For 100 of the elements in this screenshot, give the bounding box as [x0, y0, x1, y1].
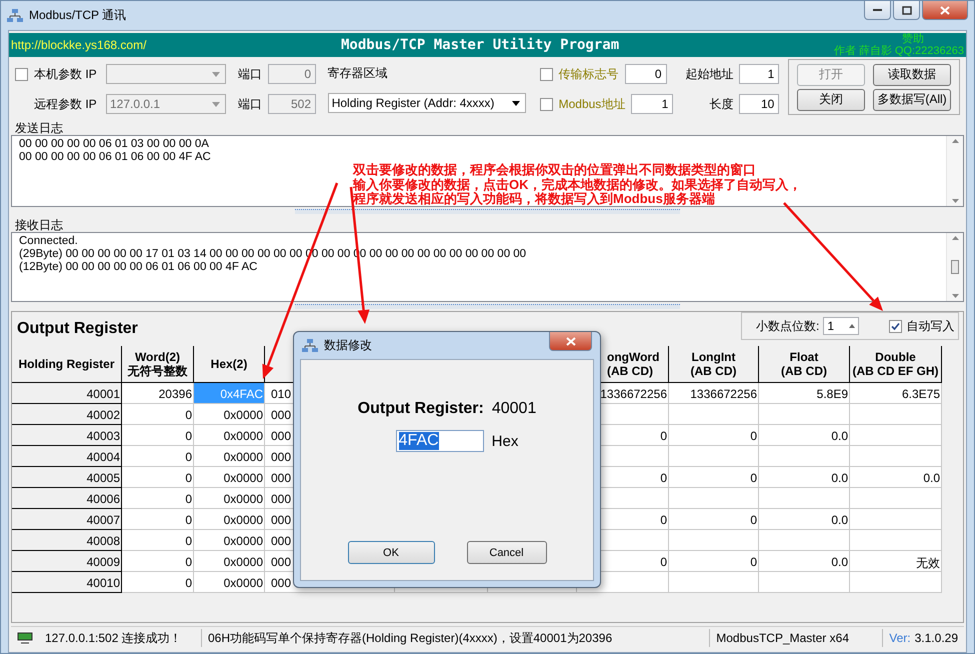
send-log-label: 发送日志	[15, 122, 64, 135]
table-cell[interactable]: 0x0000	[194, 509, 265, 530]
table-cell[interactable]: 20396	[122, 383, 194, 404]
website-link[interactable]: http://blockke.ys168.com/	[11, 38, 341, 52]
splitter-handle[interactable]	[295, 304, 680, 309]
table-cell[interactable]: 0x0000	[194, 551, 265, 572]
table-cell[interactable]: 0	[669, 425, 759, 446]
ip-dropdown[interactable]	[106, 64, 226, 84]
author-text: 作者 薛自影 QQ:22236263	[834, 45, 964, 57]
scroll-thumb[interactable]	[951, 260, 959, 274]
port-field[interactable]: 0	[268, 64, 316, 84]
port-field[interactable]: 502	[268, 94, 316, 114]
table-cell[interactable]: 0	[122, 488, 194, 509]
option-checkbox[interactable]	[540, 68, 553, 80]
table-cell[interactable]: 0	[122, 467, 194, 488]
table-cell[interactable]: 0	[669, 509, 759, 530]
action-button[interactable]: 关闭	[797, 88, 865, 110]
table-cell[interactable]: 0	[122, 446, 194, 467]
close-button[interactable]	[549, 332, 592, 351]
auto-write-label: 自动写入	[906, 318, 954, 334]
dialog-title: 数据修改	[324, 337, 372, 354]
address-field[interactable]: 1	[739, 64, 780, 84]
maximize-button[interactable]	[893, 1, 920, 20]
row-header[interactable]: 40002	[12, 404, 122, 425]
dialog-button[interactable]: OK	[348, 541, 434, 564]
table-cell[interactable]: 0	[122, 551, 194, 572]
table-cell[interactable]: 5.8E9	[759, 383, 850, 404]
network-icon	[7, 8, 23, 22]
option-field[interactable]: 0	[624, 64, 667, 84]
register-area-dropdown[interactable]: Holding Register (Addr: 4xxxx)	[328, 93, 526, 114]
row-header[interactable]: 40009	[12, 551, 122, 572]
connection-icon	[17, 632, 33, 644]
table-cell[interactable]: 0x0000	[194, 572, 265, 593]
app-name: ModbusTCP_Master x64	[710, 629, 884, 647]
window-title: Modbus/TCP 通讯	[29, 7, 126, 24]
table-cell[interactable]: 1336672256	[669, 383, 759, 404]
row-header[interactable]: 40005	[12, 467, 122, 488]
table-cell[interactable]: 0	[122, 530, 194, 551]
table-cell[interactable]: 0.0	[850, 467, 942, 488]
table-cell[interactable]: 0	[122, 404, 194, 425]
table-cell[interactable]: 0x0000	[194, 530, 265, 551]
decimal-spinner[interactable]: 1	[823, 317, 860, 335]
column-header: LongInt (AB CD)	[669, 346, 759, 383]
row-header[interactable]: 40004	[12, 446, 122, 467]
table-cell[interactable]: 0.0	[759, 467, 850, 488]
table-cell[interactable]: 无效	[850, 551, 942, 572]
table-cell[interactable]: 0x0000	[194, 446, 265, 467]
scroll-up-icon[interactable]	[952, 236, 958, 240]
table-cell[interactable]: 0x0000	[194, 425, 265, 446]
table-cell[interactable]: 6.3E75	[850, 383, 942, 404]
option-checkbox[interactable]	[540, 98, 553, 110]
scroll-down-icon[interactable]	[952, 199, 958, 203]
table-cell[interactable]: 0x0000	[194, 404, 265, 425]
table-cell[interactable]: 0	[669, 467, 759, 488]
action-button[interactable]: 读取数据	[873, 64, 951, 86]
row-header[interactable]: 40001	[12, 383, 122, 404]
close-button[interactable]	[922, 1, 968, 20]
receive-log-label: 接收日志	[15, 219, 64, 232]
decimal-label: 小数点位数:	[756, 318, 820, 334]
register-label: Output Register:	[358, 400, 484, 418]
splitter-handle[interactable]	[295, 209, 680, 214]
value-field[interactable]: 4FAC	[396, 430, 484, 452]
maximize-icon	[902, 6, 912, 14]
table-cell[interactable]: 0	[669, 551, 759, 572]
column-header: Float (AB CD)	[759, 346, 850, 383]
status-message: 06H功能码写单个保持寄存器(Holding Register)(4xxxx)，设置40001为20396	[202, 629, 710, 647]
minimize-icon	[873, 8, 882, 12]
scroll-up-icon[interactable]	[952, 139, 958, 143]
scroll-down-icon[interactable]	[952, 294, 958, 298]
dialog-button[interactable]: Cancel	[466, 541, 546, 564]
column-header: Double (AB CD EF GH)	[850, 346, 942, 383]
network-icon	[302, 338, 318, 352]
row-header[interactable]: 40010	[12, 572, 122, 593]
option-label: 传输标志号	[558, 66, 619, 82]
action-button[interactable]: 多数据写(All)	[873, 88, 951, 110]
table-cell[interactable]: 0	[122, 572, 194, 593]
option-field[interactable]: 1	[631, 94, 674, 114]
table-cell[interactable]: 0x0000	[194, 488, 265, 509]
table-cell[interactable]: 0x0000	[194, 467, 265, 488]
row-header[interactable]: 40008	[12, 530, 122, 551]
local-checkbox[interactable]	[15, 68, 28, 80]
option-label: Modbus地址	[558, 96, 626, 112]
status-connection: 127.0.0.1:502 连接成功！	[39, 629, 202, 647]
auto-write-checkbox[interactable]	[889, 320, 902, 332]
row-header[interactable]: 40007	[12, 509, 122, 530]
caret-icon	[512, 100, 520, 106]
table-cell[interactable]: 0.0	[759, 425, 850, 446]
caret-icon	[212, 102, 220, 106]
row-header[interactable]: 40003	[12, 425, 122, 446]
address-field[interactable]: 10	[739, 94, 780, 114]
address-label: 长度	[708, 96, 734, 112]
ip-dropdown[interactable]: 127.0.0.1	[106, 94, 226, 114]
row-header[interactable]: 40006	[12, 488, 122, 509]
minimize-button[interactable]	[864, 1, 891, 20]
table-cell[interactable]: 0	[122, 425, 194, 446]
table-cell[interactable]: 0.0	[759, 551, 850, 572]
column-header: Holding Register	[12, 346, 122, 383]
table-cell[interactable]: 0	[122, 509, 194, 530]
table-cell[interactable]: 0.0	[759, 509, 850, 530]
program-title: Modbus/TCP Master Utility Program	[341, 37, 620, 53]
